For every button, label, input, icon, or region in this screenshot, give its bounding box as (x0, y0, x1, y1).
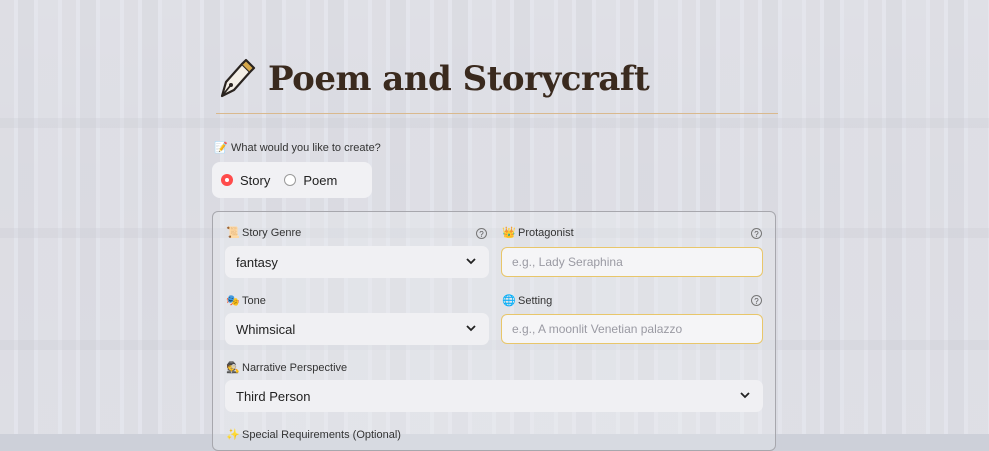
fountain-pen-icon (220, 58, 256, 98)
chevron-down-icon (466, 258, 476, 265)
genre-label: 📜 Story Genre (226, 226, 302, 240)
tone-select[interactable]: Whimsical (225, 313, 489, 345)
page-title: Poem and Storycraft (268, 59, 650, 99)
create-question-label: 📝 What would you like to create? (214, 141, 381, 155)
protagonist-input[interactable] (501, 247, 763, 277)
radio-story[interactable]: Story (221, 173, 270, 188)
radio-story-indicator[interactable] (221, 174, 233, 186)
scroll-icon: 📜 (226, 227, 240, 239)
perspective-label: 🕵 Narrative Perspective (226, 361, 348, 375)
chevron-down-icon (466, 325, 476, 332)
page-header: Poem and Storycraft (216, 58, 650, 100)
chevron-down-icon (740, 392, 750, 399)
setting-input[interactable] (501, 314, 763, 344)
special-requirements-label: ✨ Special Requirements (Optional) (226, 428, 401, 442)
perspective-select-value: Third Person (236, 388, 311, 404)
genre-help-icon[interactable]: ? (476, 228, 487, 239)
sparkle-icon: ✨ (226, 429, 240, 441)
globe-icon: 🌐 (502, 295, 516, 307)
protagonist-label: 👑 Protagonist (502, 226, 574, 240)
protagonist-help-icon[interactable]: ? (751, 228, 762, 239)
memo-icon: 📝 (214, 142, 228, 154)
perspective-select[interactable]: Third Person (225, 380, 763, 412)
genre-select[interactable]: fantasy (225, 246, 489, 278)
title-divider (216, 113, 778, 114)
theater-masks-icon: 🎭 (226, 295, 240, 307)
radio-poem-indicator[interactable] (284, 174, 297, 186)
genre-select-value: fantasy (236, 254, 278, 270)
radio-poem[interactable]: Poem (284, 173, 337, 188)
tone-label: 🎭 Tone (226, 294, 266, 308)
create-type-radio-group: Story Poem (212, 162, 372, 198)
crown-icon: 👑 (502, 227, 516, 239)
setting-help-icon[interactable]: ? (751, 295, 762, 306)
tone-select-value: Whimsical (236, 321, 296, 337)
setting-label: 🌐 Setting (502, 294, 553, 308)
detective-icon: 🕵 (226, 362, 240, 374)
story-form: 📜 Story Genre ? fantasy 👑 Protagonist ? … (212, 211, 776, 451)
